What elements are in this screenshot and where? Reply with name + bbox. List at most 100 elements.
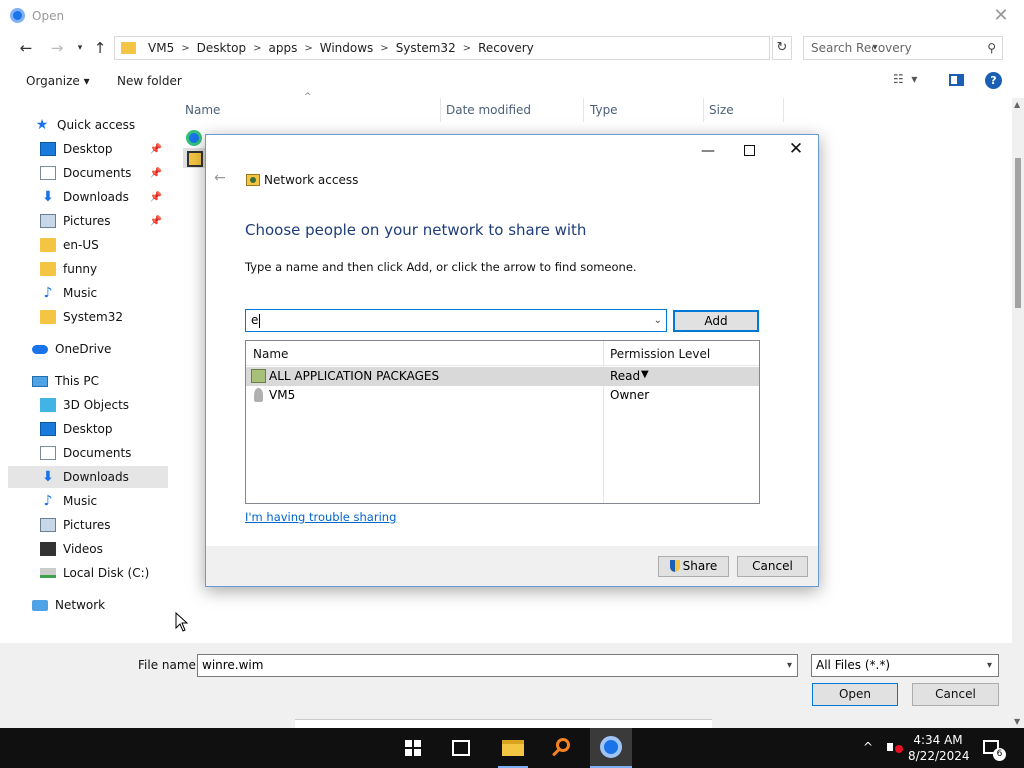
breadcrumb-recovery[interactable]: Recovery [478, 41, 534, 55]
column-divider[interactable] [583, 98, 584, 122]
column-name[interactable]: Name [253, 347, 288, 361]
back-arrow-icon[interactable]: ← [214, 170, 226, 186]
back-button[interactable]: ← [16, 38, 36, 58]
preview-pane-icon[interactable] [949, 74, 964, 86]
open-button[interactable]: Open [812, 683, 898, 706]
search-app-icon[interactable] [550, 736, 574, 760]
nav-this-pc[interactable]: This PC [8, 370, 168, 392]
column-date-modified[interactable]: Date modified [446, 103, 531, 117]
notification-count: 6 [993, 748, 1006, 761]
nav-quick-access[interactable]: ★ Quick access [8, 114, 168, 136]
chevron-down-icon[interactable]: ▾ [787, 655, 792, 676]
chrome-taskbar-icon[interactable] [590, 728, 632, 768]
notifications-icon[interactable]: 6 [983, 740, 1006, 761]
dialog-title: Network access [264, 173, 359, 187]
nav-onedrive[interactable]: OneDrive [8, 338, 168, 360]
permission-level[interactable]: Read [610, 369, 640, 383]
maximize-button[interactable] [744, 145, 755, 156]
search-icon: ⚲ [987, 41, 996, 55]
nav-documents[interactable]: Documents [8, 442, 168, 464]
nav-documents-pinned[interactable]: Documents 📌 [8, 162, 168, 184]
nav-system32[interactable]: System32 [8, 306, 168, 328]
clock[interactable]: 4:34 AM 8/22/2024 [908, 732, 970, 764]
scrollbar-thumb[interactable] [1015, 158, 1021, 308]
file-name-input[interactable]: winre.wim ▾ [197, 654, 798, 677]
view-options-icon[interactable]: ☷ ▾ [893, 72, 917, 86]
nav-funny[interactable]: funny [8, 258, 168, 280]
document-icon [40, 166, 56, 180]
chevron-right-icon[interactable]: > [304, 43, 312, 54]
close-button[interactable]: ✕ [990, 5, 1012, 27]
folder-icon [40, 238, 56, 252]
column-divider[interactable] [783, 98, 784, 122]
desktop-icon [40, 142, 56, 156]
chevron-down-icon[interactable]: ▾ [987, 655, 992, 676]
chevron-right-icon[interactable]: > [253, 43, 261, 54]
chevron-down-icon[interactable]: ⌄ [654, 310, 662, 331]
add-button[interactable]: Add [673, 310, 759, 332]
scroll-down-icon[interactable]: ▼ [1014, 717, 1020, 726]
column-divider[interactable] [703, 98, 704, 122]
scroll-up-icon[interactable]: ▲ [1014, 100, 1020, 109]
breadcrumb-windows[interactable]: Windows [320, 41, 374, 55]
search-input[interactable]: Search Recovery ⚲ [803, 36, 1003, 60]
up-button[interactable]: ↑ [90, 38, 110, 58]
chevron-right-icon[interactable]: > [380, 43, 388, 54]
nav-desktop-pinned[interactable]: Desktop 📌 [8, 138, 168, 160]
column-permission-level[interactable]: Permission Level [610, 347, 710, 361]
refresh-button[interactable]: ↻ [772, 36, 792, 60]
share-button[interactable]: Share [658, 556, 729, 577]
windows-start-icon[interactable] [405, 740, 421, 756]
dialog-close-button[interactable]: ✕ [786, 139, 806, 159]
nav-music[interactable]: ♪ Music [8, 490, 168, 512]
list-item[interactable]: VM5 Owner [246, 386, 759, 405]
nav-pictures[interactable]: Pictures [8, 514, 168, 536]
column-divider[interactable] [440, 98, 441, 122]
recent-locations-button[interactable]: ▾ [70, 38, 90, 58]
nav-local-disk[interactable]: Local Disk (C:) [8, 562, 168, 584]
caret-down-icon[interactable]: ▼ [641, 369, 649, 380]
clock-time: 4:34 AM [913, 733, 963, 747]
organize-button[interactable]: Organize ▾ [26, 74, 90, 88]
pictures-icon [40, 214, 56, 228]
chevron-right-icon[interactable]: > [463, 43, 471, 54]
nav-music-quick[interactable]: ♪ Music [8, 282, 168, 304]
list-item[interactable]: ALL APPLICATION PACKAGES Read ▼ [246, 367, 759, 386]
minimize-button[interactable]: — [698, 141, 718, 161]
trouble-sharing-link[interactable]: I'm having trouble sharing [245, 510, 396, 524]
pin-icon: 📌 [149, 143, 162, 155]
file-explorer-icon[interactable] [498, 728, 528, 768]
disk-icon [40, 568, 56, 578]
breadcrumb-desktop[interactable]: Desktop [197, 41, 247, 55]
address-bar[interactable]: VM5 > Desktop > apps > Windows > System32 > R… [114, 36, 878, 60]
forward-button[interactable]: → [47, 38, 67, 58]
column-type[interactable]: Type [590, 103, 618, 117]
nav-videos[interactable]: Videos [8, 538, 168, 560]
nav-3d-objects[interactable]: 3D Objects [8, 394, 168, 416]
help-icon[interactable]: ? [985, 72, 1002, 89]
column-divider[interactable] [603, 341, 604, 503]
breadcrumb-system32[interactable]: System32 [396, 41, 456, 55]
nav-desktop[interactable]: Desktop [8, 418, 168, 440]
nav-downloads[interactable]: ⬇ Downloads [8, 466, 168, 488]
task-view-icon[interactable] [452, 740, 470, 756]
edge-file-icon[interactable] [186, 130, 202, 146]
person-name-input[interactable]: e ⌄ [245, 309, 667, 332]
vertical-scrollbar[interactable]: ▲ ▼ [1012, 98, 1024, 728]
file-type-select[interactable]: All Files (*.*) ▾ [811, 654, 999, 677]
volume-muted-icon[interactable] [887, 740, 903, 754]
chevron-up-icon[interactable]: ^ [863, 740, 873, 754]
new-folder-button[interactable]: New folder [117, 74, 182, 88]
chevron-right-icon[interactable]: > [181, 43, 189, 54]
dialog-cancel-button[interactable]: Cancel [737, 556, 808, 577]
nav-network[interactable]: Network [8, 594, 168, 616]
breadcrumb-apps[interactable]: apps [268, 41, 297, 55]
nav-en-us[interactable]: en-US [8, 234, 168, 256]
column-name[interactable]: Name [185, 103, 220, 117]
breadcrumb-vm5[interactable]: VM5 [148, 41, 174, 55]
nav-pictures-pinned[interactable]: Pictures 📌 [8, 210, 168, 232]
nav-downloads-pinned[interactable]: ⬇ Downloads 📌 [8, 186, 168, 208]
column-size[interactable]: Size [709, 103, 734, 117]
wim-file-icon[interactable] [183, 148, 205, 168]
cancel-button[interactable]: Cancel [912, 683, 999, 706]
